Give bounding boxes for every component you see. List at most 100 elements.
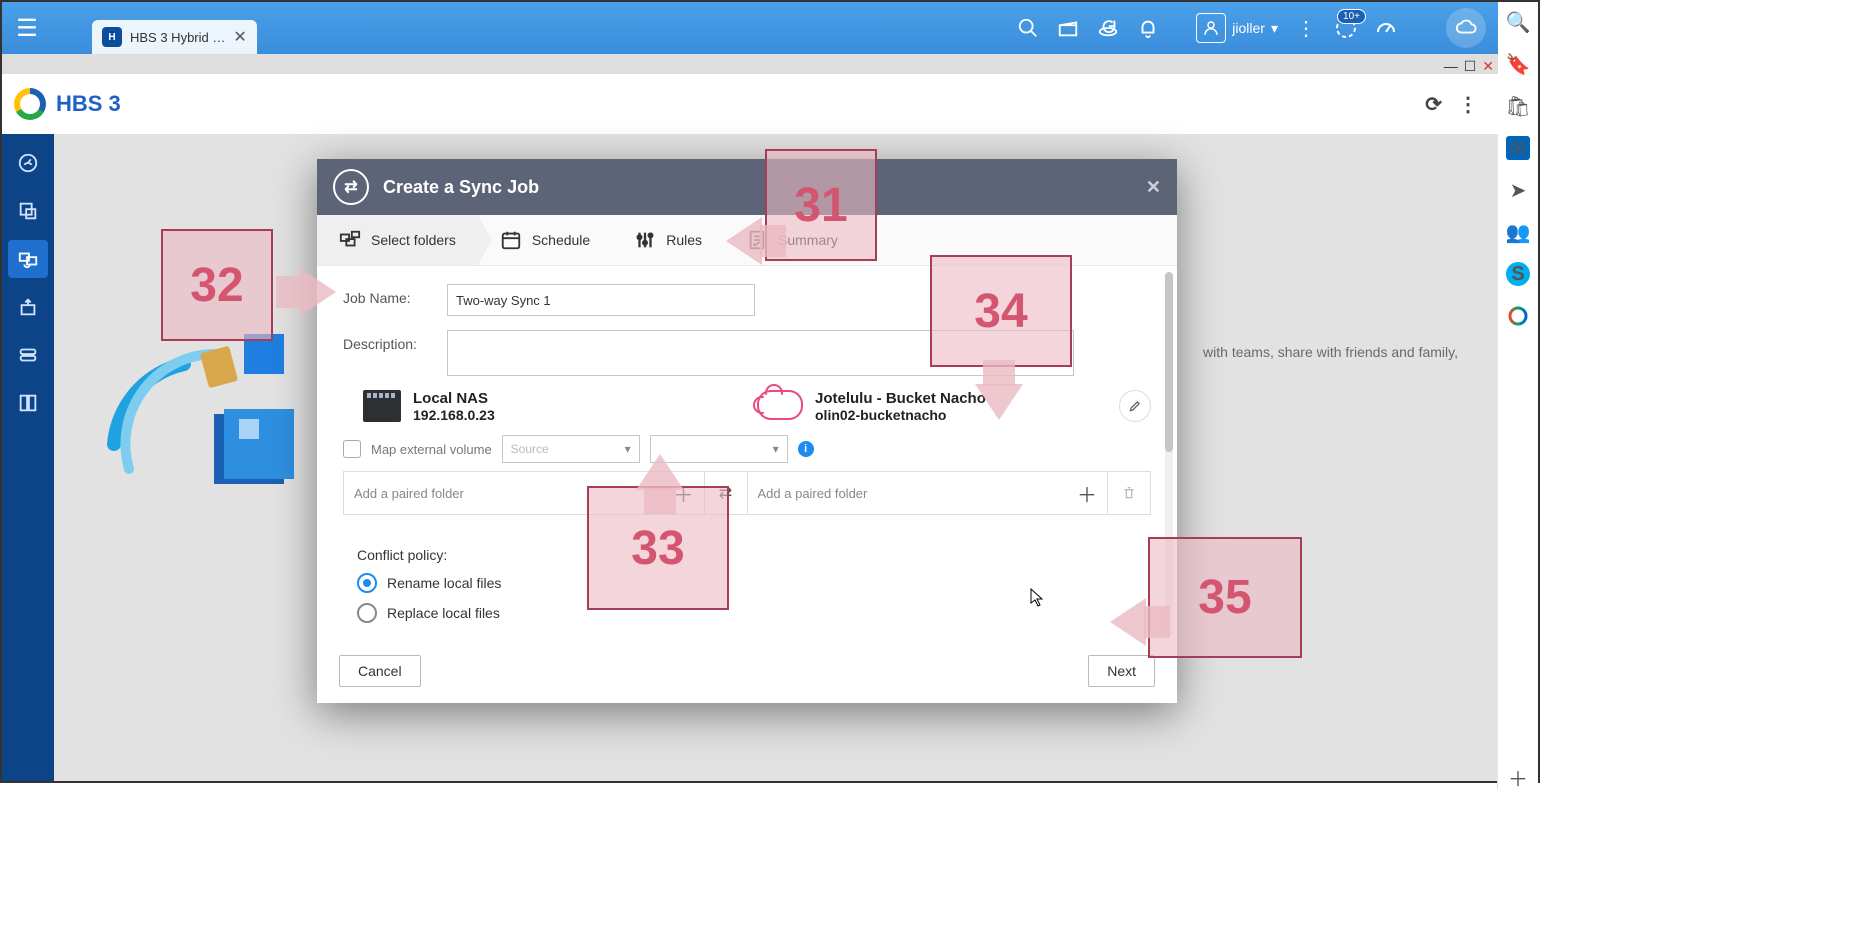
source-placeholder: Source xyxy=(511,442,549,456)
office-icon[interactable] xyxy=(1506,304,1530,328)
skype-icon[interactable]: S xyxy=(1506,262,1530,286)
bell-icon[interactable] xyxy=(1128,8,1168,48)
map-external-checkbox[interactable] xyxy=(343,440,361,458)
menu-icon[interactable]: ☰ xyxy=(2,2,52,54)
hbs-left-nav xyxy=(2,134,54,781)
pair-placeholder-left: Add a paired folder xyxy=(354,486,464,501)
app-tab-title: HBS 3 Hybrid … xyxy=(130,30,225,45)
scrollbar[interactable] xyxy=(1165,272,1173,635)
nas-icon xyxy=(363,390,401,422)
source-select[interactable]: Source ▾ xyxy=(502,435,640,463)
radio-replace[interactable]: Replace local files xyxy=(357,603,1137,623)
tag-icon[interactable]: 🔖 xyxy=(1506,52,1530,76)
step-label: Summary xyxy=(778,232,838,248)
edit-remote-button[interactable] xyxy=(1119,390,1151,422)
step-summary[interactable]: Summary xyxy=(724,215,860,265)
refresh-disk-icon[interactable] xyxy=(1088,8,1128,48)
clapper-icon[interactable] xyxy=(1048,8,1088,48)
cloud-icon xyxy=(757,390,803,420)
close-tab-icon[interactable]: ✕ xyxy=(233,27,246,47)
delete-pair-icon[interactable] xyxy=(1108,472,1150,514)
bg-promo-text: with teams, share with friends and famil… xyxy=(1203,344,1458,360)
refresh-icon[interactable]: ⟳ xyxy=(1425,92,1442,117)
modal-body: Job Name: Description: Local NAS 192.168… xyxy=(317,266,1177,641)
os-top-bar: ☰ H HBS 3 Hybrid … ✕ jioller ▾ ⋮ xyxy=(2,2,1498,54)
nav-backup[interactable] xyxy=(8,192,48,230)
hbs-title: HBS 3 xyxy=(56,91,121,117)
modal-footer: Cancel Next xyxy=(317,641,1177,703)
maximize-icon[interactable]: ☐ xyxy=(1464,58,1477,75)
dest-select[interactable]: ▾ xyxy=(650,435,788,463)
people-icon[interactable]: 👥 xyxy=(1506,220,1530,244)
user-avatar-icon xyxy=(1196,13,1226,43)
minimize-icon[interactable]: — xyxy=(1444,58,1458,75)
search-icon[interactable]: 🔍 xyxy=(1506,10,1530,34)
more-vert-icon[interactable]: ⋮ xyxy=(1286,8,1326,48)
outlook-icon[interactable]: ✉ xyxy=(1506,136,1530,160)
chevron-down-icon: ▾ xyxy=(773,442,779,456)
nav-sync[interactable] xyxy=(8,240,48,278)
top-search-icon[interactable] xyxy=(1008,8,1048,48)
add-local-folder-icon[interactable]: ＋ xyxy=(674,479,694,508)
modal-header: ⇄ Create a Sync Job ✕ xyxy=(317,159,1177,215)
radio-rename[interactable]: Rename local files xyxy=(357,573,1137,593)
chevron-down-icon: ▾ xyxy=(625,442,631,456)
dashboard-gauge-icon[interactable] xyxy=(1366,8,1406,48)
local-pair-cell[interactable]: Add a paired folder ＋ xyxy=(344,472,705,514)
hbs-header: HBS 3 ⟳ ⋮ xyxy=(2,74,1498,135)
add-extension-icon[interactable]: ＋ xyxy=(1506,765,1530,789)
close-window-icon[interactable]: ✕ xyxy=(1482,58,1494,75)
nav-restore[interactable] xyxy=(8,288,48,326)
step-schedule[interactable]: Schedule xyxy=(478,215,612,265)
next-button[interactable]: Next xyxy=(1088,655,1155,687)
swap-direction-icon[interactable]: ⇄ xyxy=(705,472,748,514)
bg-illustration xyxy=(94,294,344,524)
paired-folder-row: Add a paired folder ＋ ⇄ Add a paired fol… xyxy=(343,471,1151,515)
step-label: Rules xyxy=(666,232,702,248)
job-name-input[interactable] xyxy=(447,284,755,316)
window-controls: — ☐ ✕ xyxy=(1444,58,1494,75)
pair-placeholder-right: Add a paired folder xyxy=(758,486,868,501)
remote-sub: olin02-bucketnacho xyxy=(815,407,986,423)
remote-pair-cell[interactable]: Add a paired folder ＋ xyxy=(748,472,1109,514)
kebab-icon[interactable]: ⋮ xyxy=(1458,92,1478,117)
local-sub: 192.168.0.23 xyxy=(413,407,495,423)
step-label: Schedule xyxy=(532,232,590,248)
map-external-label: Map external volume xyxy=(371,442,492,457)
nav-overview[interactable] xyxy=(8,144,48,182)
nav-storage[interactable] xyxy=(8,336,48,374)
user-caret-icon: ▾ xyxy=(1271,20,1278,37)
step-select-folders[interactable]: Select folders xyxy=(317,215,478,265)
user-name: jioller xyxy=(1232,20,1265,36)
notifications-badge-icon[interactable]: 10+ xyxy=(1326,8,1366,48)
add-remote-folder-icon[interactable]: ＋ xyxy=(1077,479,1097,508)
create-sync-job-modal: ⇄ Create a Sync Job ✕ Select folders Sch… xyxy=(317,159,1177,703)
browser-side-rail: 🔍 🔖 🛍 ✉ ➤ 👥 S ＋ xyxy=(1497,2,1538,789)
job-name-label: Job Name: xyxy=(343,284,447,306)
radio-replace-label: Replace local files xyxy=(387,605,500,621)
cancel-button[interactable]: Cancel xyxy=(339,655,421,687)
description-input[interactable] xyxy=(447,330,1074,376)
step-rules[interactable]: Rules xyxy=(612,215,724,265)
step-label: Select folders xyxy=(371,232,456,248)
user-menu[interactable]: jioller ▾ xyxy=(1196,13,1278,43)
app-window: — ☐ ✕ HBS 3 ⟳ ⋮ xyxy=(2,54,1498,781)
conflict-head: Conflict policy: xyxy=(357,547,1137,563)
wizard-steps: Select folders Schedule Rules Summary xyxy=(317,215,1177,266)
sync-job-icon: ⇄ xyxy=(333,169,369,205)
remote-title: Jotelulu - Bucket Nacho xyxy=(815,390,986,407)
description-label: Description: xyxy=(343,330,447,352)
hbs-tab-logo-icon: H xyxy=(102,27,122,47)
hbs-logo-icon xyxy=(14,88,46,120)
app-tab[interactable]: H HBS 3 Hybrid … ✕ xyxy=(92,20,257,54)
conflict-policy: Conflict policy: Rename local files Repl… xyxy=(343,535,1151,637)
telegram-icon[interactable]: ➤ xyxy=(1506,178,1530,202)
info-icon[interactable]: i xyxy=(798,441,814,457)
radio-rename-label: Rename local files xyxy=(387,575,501,591)
modal-title: Create a Sync Job xyxy=(383,177,539,198)
shopping-icon[interactable]: 🛍 xyxy=(1506,94,1530,118)
radio-icon xyxy=(357,603,377,623)
cloud-sync-icon[interactable] xyxy=(1446,8,1486,48)
modal-close-icon[interactable]: ✕ xyxy=(1146,177,1161,198)
nav-jobs[interactable] xyxy=(8,384,48,422)
